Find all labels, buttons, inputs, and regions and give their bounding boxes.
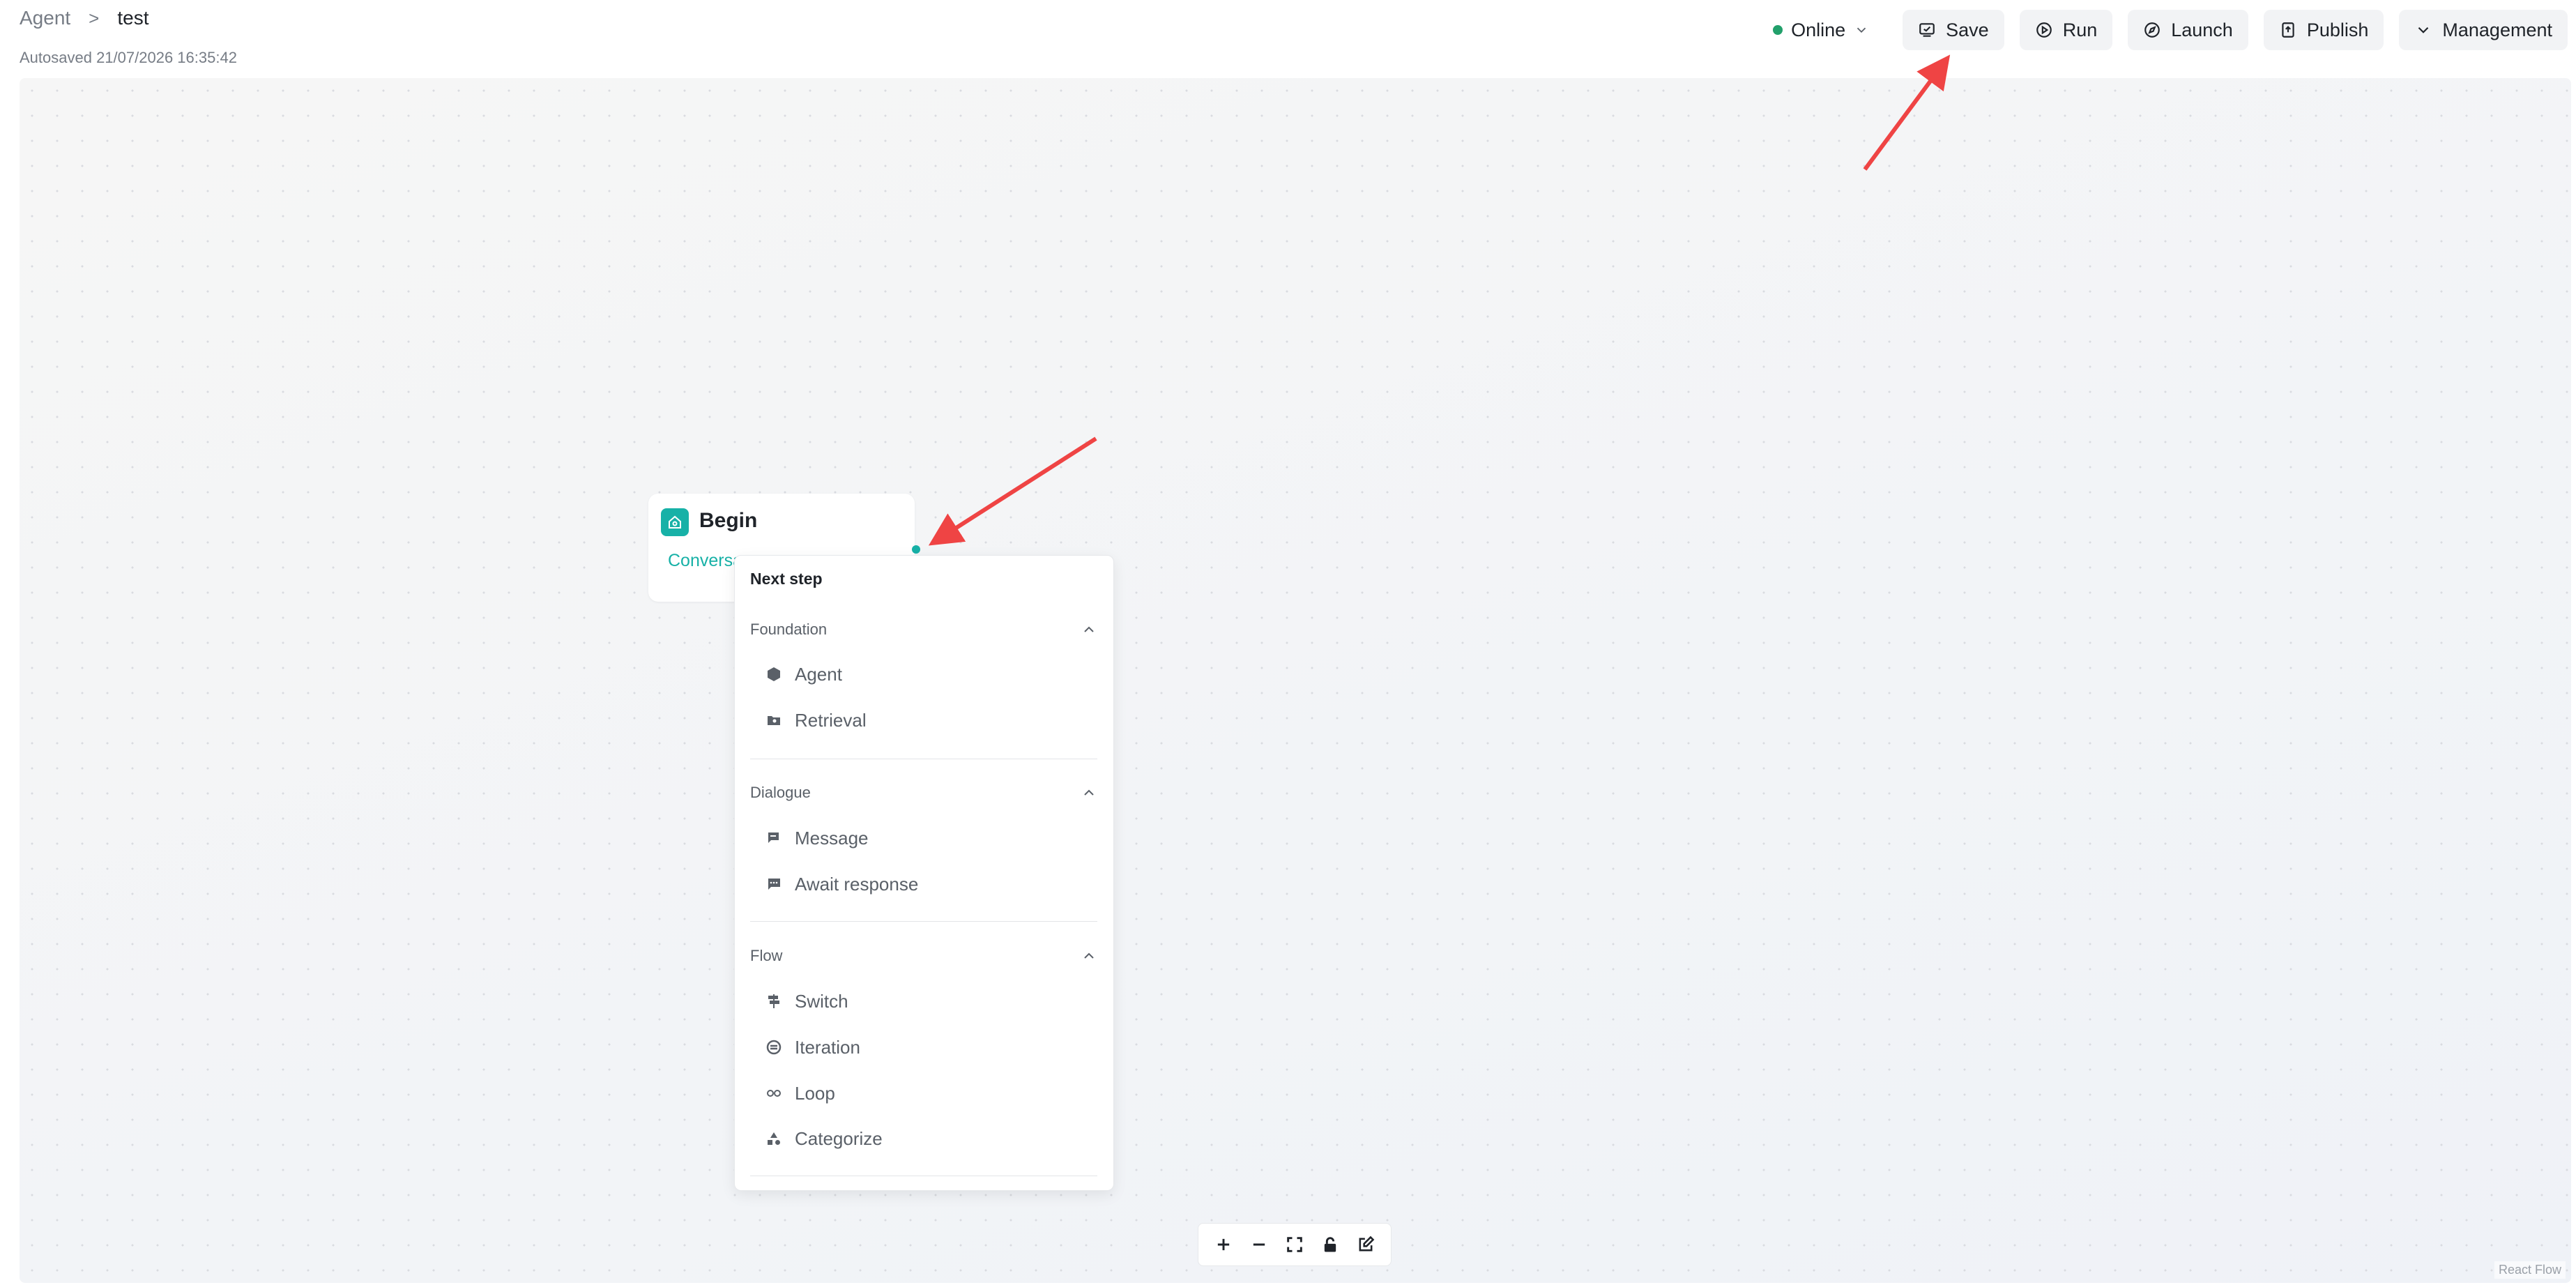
launch-button-label: Launch [2171,19,2233,40]
react-flow-attribution[interactable]: React Flow [2494,1261,2566,1279]
section-foundation-label: Foundation [750,621,828,638]
menu-item-agent-label: Agent [795,663,842,685]
zoom-in-button[interactable] [1214,1235,1233,1254]
shapes-icon [768,1132,780,1145]
menu-item-message[interactable]: Message [765,824,869,852]
edit-button[interactable] [1356,1235,1375,1254]
save-icon [1919,23,1935,37]
publish-button[interactable]: Publish [2263,10,2384,50]
plus-icon [1217,1238,1229,1251]
save-button-label: Save [1946,19,1989,40]
iteration-icon [766,1040,782,1055]
section-dialogue-header[interactable]: Dialogue [750,780,1097,805]
section-flow-header[interactable]: Flow [750,943,1097,968]
chat-dots-icon [768,879,780,890]
breadcrumb-current: test [117,7,149,29]
node-output-handle[interactable] [912,545,920,554]
menu-item-await-response[interactable]: Await response [765,870,918,898]
toolbar: Online Save Run Launch Publish Managemen… [1773,10,2568,50]
message-icon [768,832,779,843]
fullscreen-icon [1287,1237,1302,1252]
chevron-up-icon [1084,789,1094,796]
section-divider [750,921,1097,922]
infinity-icon [767,1090,781,1097]
section-flow-label: Flow [750,947,783,964]
compass-icon [2144,22,2160,38]
breadcrumb: Agent > test [20,7,149,29]
menu-item-iteration[interactable]: Iteration [765,1033,860,1061]
save-button[interactable]: Save [1903,10,2004,50]
play-circle-icon [2036,22,2052,38]
chevron-down-icon [1857,27,1866,33]
menu-item-switch[interactable]: Switch [765,987,848,1015]
publish-button-label: Publish [2306,19,2369,40]
status-dot-icon [1773,25,1783,35]
edit-icon [1359,1235,1375,1252]
menu-item-categorize-label: Categorize [795,1127,883,1149]
run-button[interactable]: Run [2019,10,2113,50]
menu-item-iteration-label: Iteration [795,1036,860,1058]
top-bar: Agent > test Autosaved 21/07/2026 16:35:… [0,0,2576,78]
chevron-up-icon [1084,952,1094,959]
folder-search-icon [768,716,780,725]
menu-item-retrieval-label: Retrieval [795,709,867,731]
begin-node-mode: Conversational [668,551,736,570]
autosave-status: Autosaved 21/07/2026 16:35:42 [20,49,237,66]
section-foundation-header[interactable]: Foundation [750,617,1097,642]
menu-item-switch-label: Switch [795,990,848,1012]
breadcrumb-agent-link[interactable]: Agent [20,7,70,29]
fit-view-button[interactable] [1285,1235,1304,1254]
breadcrumb-separator: > [89,7,100,29]
next-step-menu: Next step Foundation Agent Retrieval Dia… [734,555,1114,1191]
management-button-label: Management [2442,19,2552,40]
section-dialogue-label: Dialogue [750,784,811,801]
chevron-down-icon [2418,26,2429,33]
lock-icon [1324,1237,1336,1252]
canvas-controls [1198,1223,1392,1266]
next-step-title: Next step [750,570,823,588]
menu-item-loop-label: Loop [795,1082,835,1104]
launch-button[interactable]: Launch [2128,10,2248,50]
menu-item-retrieval[interactable]: Retrieval [765,706,867,734]
signpost-icon [768,994,779,1008]
status-dropdown[interactable]: Online [1773,20,1869,41]
minus-icon [1253,1243,1265,1246]
zoom-out-button[interactable] [1249,1235,1269,1254]
management-button[interactable]: Management [2399,10,2568,50]
chevron-up-icon [1084,626,1094,632]
flow-canvas[interactable]: React Flow [20,78,2571,1283]
home-icon [661,508,689,536]
lock-button[interactable] [1320,1235,1340,1254]
status-label: Online [1791,19,1846,40]
run-button-label: Run [2062,19,2098,40]
publish-icon [2282,22,2294,38]
menu-item-await-response-label: Await response [795,873,919,895]
cube-icon [768,667,780,681]
menu-item-categorize[interactable]: Categorize [765,1125,883,1153]
begin-node-title: Begin [699,509,758,532]
menu-item-message-label: Message [795,827,869,849]
menu-item-loop[interactable]: Loop [765,1079,835,1107]
menu-item-agent[interactable]: Agent [765,660,842,688]
